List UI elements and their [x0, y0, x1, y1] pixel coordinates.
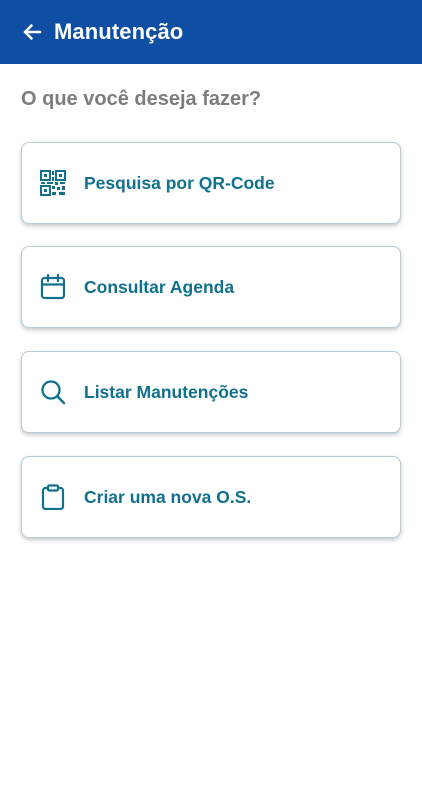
- calendar-icon: [40, 274, 66, 300]
- list-maintenance-button[interactable]: Listar Manutenções: [21, 351, 401, 433]
- new-service-order-label: Criar uma nova O.S.: [84, 486, 252, 507]
- list-maintenance-label: Listar Manutenções: [84, 381, 249, 402]
- search-icon: [40, 379, 66, 405]
- app-bar: Manutenção: [0, 0, 422, 64]
- qr-code-icon: [40, 170, 66, 196]
- arrow-left-icon: [23, 24, 42, 40]
- back-button[interactable]: [20, 20, 44, 44]
- qr-code-search-label: Pesquisa por QR-Code: [84, 172, 275, 193]
- schedule-label: Consultar Agenda: [84, 276, 235, 297]
- clipboard-icon: [40, 484, 66, 510]
- qr-code-search-button[interactable]: Pesquisa por QR-Code: [21, 142, 401, 224]
- schedule-button[interactable]: Consultar Agenda: [21, 246, 401, 328]
- new-service-order-button[interactable]: Criar uma nova O.S.: [21, 456, 401, 538]
- page-title: Manutenção: [54, 19, 184, 44]
- prompt-text: O que você deseja fazer?: [21, 88, 262, 110]
